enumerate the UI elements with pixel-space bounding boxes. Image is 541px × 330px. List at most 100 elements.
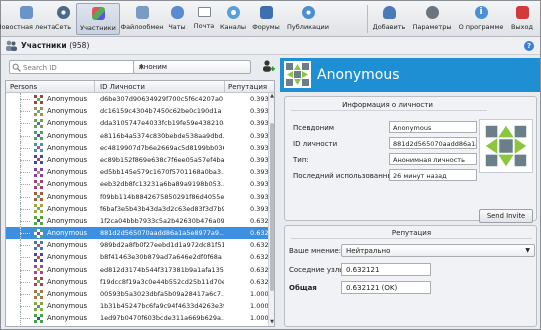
person-reputation: 0.632 — [250, 253, 269, 262]
identity-details-pane: Anonymous Информация о личности Псевдони… — [280, 55, 540, 329]
table-row[interactable]: Anonymous ec89b152f869e638c7f6ee05a57ef4b… — [6, 153, 269, 167]
last-used-label: Последний использованный: — [293, 172, 400, 180]
toolbar-fileshare-button[interactable]: Файлообмен — [120, 3, 164, 35]
header-id[interactable]: ID Личности — [100, 83, 145, 91]
identicon-icon — [34, 167, 43, 177]
toolbar-settings-button[interactable]: Параметры — [411, 3, 453, 35]
person-name: Anonymous — [47, 302, 88, 311]
person-id: 989bd2a8fb0f27eebd1d1a972dc81f51 — [100, 241, 224, 250]
toolbar-people-button[interactable]: Участники — [76, 3, 120, 35]
person-name: Anonymous — [47, 229, 88, 238]
person-id: eeb32db8fc13231a6ba89a9198b053... — [100, 180, 224, 189]
person-reputation: 0.393 — [250, 143, 269, 152]
person-reputation: 0.393 — [250, 204, 269, 213]
chevron-down-icon: ▼ — [139, 64, 144, 71]
table-row[interactable]: Anonymous 1ed97b0470f603bcde311a669b629a.… — [6, 312, 269, 325]
table-row[interactable]: Anonymous ed5bb145e579c1670f5701168a0ba3.… — [6, 166, 269, 179]
identities-table: Persons ID Личности Репутация Anonymous d… — [5, 80, 275, 327]
publications-icon — [301, 6, 315, 19]
news-icon — [19, 6, 33, 19]
person-id: ec4819907d7b6e2669ac5d8199bb036f — [100, 143, 224, 152]
table-row[interactable]: Anonymous ec4819907d7b6e2669ac5d8199bb036… — [6, 141, 269, 154]
table-row[interactable]: Anonymous 989bd2a8fb0f27eebd1d1a972dc81f5… — [6, 239, 269, 252]
identicon-icon — [34, 192, 43, 201]
scrollbar-thumb[interactable] — [270, 123, 274, 291]
toolbar-mail-button[interactable]: Почта — [191, 3, 217, 35]
opinion-label: Ваше мнение: — [289, 247, 341, 255]
table-row[interactable]: Anonymous f6baf3e5b43b43da3d2c63ed83f3d7b… — [6, 202, 269, 215]
identity-filter-dropdown[interactable]: Аноним ▼ — [133, 60, 251, 74]
identicon-icon — [34, 216, 43, 226]
scroll-down-icon[interactable]: ▼ — [269, 319, 274, 326]
opinion-dropdown[interactable]: Нейтрально ▼ — [341, 244, 535, 257]
pseudonym-field[interactable]: Anonymous — [389, 121, 477, 133]
help-icon[interactable]: ? — [524, 41, 534, 51]
toolbar-add-button[interactable]: Добавить — [371, 3, 407, 35]
person-id: 1f2ca04bbb7933c5a2b42630b476a09 — [100, 216, 224, 225]
identity-avatar — [284, 61, 311, 88]
table-row[interactable]: Anonymous eeb32db8fc13231a6ba89a9198b053.… — [6, 178, 269, 191]
table-row[interactable]: Anonymous d6be307d90634929f700c5f6c4207a0… — [6, 93, 269, 106]
person-id: ed812d3174b544f317381b9a1afa135e — [100, 265, 224, 274]
toolbar-about-button[interactable]: i О программе — [457, 3, 505, 35]
forums-icon — [259, 6, 273, 19]
identicon-icon — [34, 301, 43, 311]
last-used-field[interactable]: 26 минут назад — [389, 169, 477, 181]
search-icon — [12, 63, 21, 72]
identicon-icon — [34, 106, 43, 116]
table-row[interactable]: Anonymous 00593b5a3023dbfa5b09a28417a6c7.… — [6, 288, 269, 301]
settings-icon — [425, 6, 439, 19]
id-field[interactable]: 881d2d565070aadd86a1a5e8977a9 — [389, 137, 477, 149]
identity-banner: Anonymous — [280, 58, 540, 92]
person-name: Anonymous — [47, 119, 88, 128]
pseudonym-label: Псевдоним — [293, 124, 335, 132]
scroll-up-icon[interactable]: ▲ — [269, 93, 274, 100]
person-id: f19dcc8f19a3c0e44b552cd25b11d70e — [100, 277, 224, 286]
person-reputation: 0.393 — [250, 131, 269, 140]
identity-name-heading: Anonymous — [317, 67, 400, 83]
send-invite-button[interactable]: Send Invite — [479, 209, 533, 223]
neighbors-field[interactable]: 0.632121 — [341, 263, 431, 276]
identicon-icon — [34, 179, 43, 189]
person-name: Anonymous — [47, 216, 88, 225]
identicon-icon — [34, 155, 43, 165]
table-row[interactable]: Anonymous e8116b4a5374c830bebde538aa9dbd.… — [6, 129, 269, 142]
identity-info-group: Информация о личности Псевдоним Anonymou… — [284, 96, 537, 223]
identicon-icon — [34, 131, 43, 141]
toolbar-channels-button[interactable]: Каналы — [219, 3, 247, 35]
table-row[interactable]: Anonymous 1b31b45247bc6fa9c94f4633d4263e3… — [6, 300, 269, 313]
table-row[interactable]: Anonymous dc16159c4304b7450c62be0c190d1a 0… — [6, 105, 269, 118]
table-row[interactable]: Anonymous f19dcc8f19a3c0e44b552cd25b11d70… — [6, 275, 269, 288]
person-reputation: 0.393 — [250, 180, 269, 189]
person-name: Anonymous — [47, 265, 88, 274]
add-icon — [382, 6, 396, 19]
table-row[interactable]: Anonymous ed812d3174b544f317381b9a1afa135… — [6, 263, 269, 276]
header-persons[interactable]: Persons — [10, 83, 37, 91]
person-name: Anonymous — [47, 192, 88, 201]
reputation-group: Репутация Ваше мнение: Нейтрально ▼ Сосе… — [284, 225, 537, 327]
table-row[interactable]: Anonymous dda3105747e4033fcb19fe59e438210… — [6, 117, 269, 130]
overall-field[interactable]: 0.632121 (OK) — [341, 281, 431, 294]
type-field[interactable]: Анонимная личность — [389, 153, 477, 165]
person-id: f09bb114b8842675850291f86d4055ee — [100, 192, 224, 201]
person-reputation: 0.393 — [250, 119, 269, 128]
page-titlebar: Участники (958) ? — [1, 37, 540, 55]
person-id: 881d2d565070aadd86a1a5e8977a9... — [100, 229, 224, 238]
person-id: dc16159c4304b7450c62be0c190d1a — [100, 107, 222, 116]
table-row[interactable]: Anonymous 881d2d565070aadd86a1a5e8977a9..… — [6, 227, 269, 240]
vertical-scrollbar[interactable]: ▲ ▼ — [268, 93, 274, 326]
toolbar-forums-button[interactable]: Форумы — [250, 3, 282, 35]
toolbar-news-button[interactable]: Новостная лента — [0, 3, 55, 35]
add-person-icon[interactable] — [261, 59, 275, 73]
toolbar-publications-button[interactable]: Публикации — [285, 3, 331, 35]
table-row[interactable]: Anonymous 1f2ca04bbb7933c5a2b42630b476a09… — [6, 214, 269, 228]
table-row[interactable]: Anonymous f09bb114b8842675850291f86d4055e… — [6, 190, 269, 203]
table-row[interactable]: Anonymous b8f41463e30b879ad7a646e2df0f68a… — [6, 251, 269, 264]
section-title: Информация о личности — [342, 101, 433, 109]
header-reputation[interactable]: Репутация — [228, 83, 267, 91]
toolbar-exit-button[interactable]: Выход — [507, 3, 537, 35]
person-reputation: 0.393 — [250, 168, 269, 177]
toolbar-network-button[interactable]: Сеть — [52, 3, 74, 35]
identity-large-avatar — [479, 119, 533, 173]
toolbar-chat-button[interactable]: Чаты — [165, 3, 189, 35]
